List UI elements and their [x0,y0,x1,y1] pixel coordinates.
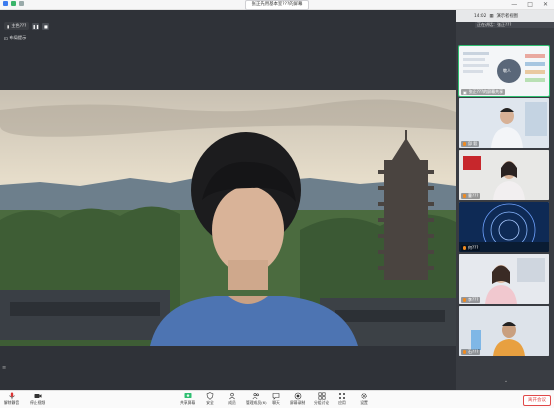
panel-time: 14:02 [474,13,487,19]
chat-button[interactable]: 聊天 [272,392,280,406]
microphone-icon [463,298,466,302]
title-bar: 张正先用基本室???的屏幕 — □ ✕ [0,0,554,10]
participant-label: 邱 毅 [461,141,480,147]
screen-icon: ▣ [463,89,467,95]
layout-toggle[interactable]: ⊡ 布局提示 [4,35,26,41]
apps-button[interactable]: 应用 [338,392,346,406]
manage-members-button[interactable]: 管理成员(6) [246,392,267,406]
speaker-video [0,90,456,346]
leave-meeting-button[interactable]: 离开会议 [523,395,551,406]
microphone-icon [463,246,466,250]
microphone-icon [463,194,466,198]
participant-tile[interactable]: 何??? [459,202,549,252]
participant-label: ▣ 张正???的屏幕共享 [461,89,506,95]
participant-label: 石??? [461,349,481,355]
participant-tile-screen[interactable]: 敬人 ▣ 张正???的屏幕共享 [458,45,550,97]
breakout-button[interactable]: 分组讨论 [314,392,329,406]
chat-icon [272,393,280,400]
microphone-icon [463,142,466,146]
mute-button[interactable]: 解除静音 [4,392,19,406]
security-button[interactable]: 安全 [206,392,214,406]
shield-icon [206,392,214,400]
breakout-icon [318,392,326,400]
participant-tile[interactable]: 曹??? [459,150,549,200]
app-logo-icon [3,1,8,6]
record-button[interactable]: 屏幕录制 [290,392,305,406]
share-screen-icon [184,393,192,398]
side-menu-icon[interactable]: ≡ [2,365,9,371]
participant-tile[interactable]: 邱 毅 [459,98,549,148]
participant-label: 李??? [461,297,481,303]
participant-tile[interactable]: 石??? [459,306,549,356]
window-controls: — □ ✕ [511,1,548,8]
stop-share-button[interactable]: ■ [42,22,50,30]
speaking-indicator: 正在讲话：张正??? [475,22,554,28]
signal-icon[interactable] [19,1,24,6]
security-icon[interactable] [11,1,16,6]
gear-icon [361,393,367,399]
participant-thumbnails: 敬人 ▣ 张正???的屏幕共享 邱 毅 曹??? 何??? 李??? 石??? [458,45,550,358]
share-badge: 敬人 [503,68,511,73]
participant-label: 何??? [461,245,481,251]
share-screen-button[interactable]: 共享屏幕 [180,392,195,406]
users-icon [252,393,260,400]
title-bar-icons [3,1,24,6]
members-icon [229,392,235,400]
settings-button[interactable]: 设置 [360,392,368,406]
apps-icon [339,393,345,399]
microphone-icon [463,350,466,354]
meeting-status-bar: ▮ 主色??? ❚❚ ■ [4,22,50,30]
participant-tile[interactable]: 李??? [459,254,549,304]
participants-panel: 14:02 ▦ 演示者视图 正在讲话：张正??? 敬人 ▣ 张正???的屏幕共享 [456,10,554,390]
meeting-toolbar: 解除静音 停止视频 共享屏幕 安全 成员 管理成员(6) 聊天 屏幕录制 分组讨… [0,390,554,408]
collapse-panel-button[interactable]: ⌄ [496,378,516,384]
view-mode-label[interactable]: 演示者视图 [496,13,517,19]
grid-icon[interactable]: ▦ [489,14,493,19]
video-camera-icon [34,394,42,398]
maximize-button[interactable]: □ [527,1,533,8]
network-status[interactable]: ▮ 主色??? [4,22,30,30]
participant-label: 曹??? [461,193,481,199]
record-icon [294,392,301,400]
stop-video-button[interactable]: 停止视频 [30,392,45,406]
signal-bars-icon: ▮ [7,23,10,29]
close-button[interactable]: ✕ [543,1,548,8]
members-button[interactable]: 成员 [228,392,236,406]
microphone-icon [8,392,15,400]
main-video-area[interactable]: ▮ 主色??? ❚❚ ■ ⊡ 布局提示 ≡ [0,10,456,390]
pause-share-button[interactable]: ❚❚ [32,22,40,30]
panel-header: 14:02 ▦ 演示者视图 [456,10,554,22]
pin-icon: ⊡ [4,35,8,41]
minimize-button[interactable]: — [511,1,517,8]
window-title: 张正先用基本室???的屏幕 [245,0,309,10]
